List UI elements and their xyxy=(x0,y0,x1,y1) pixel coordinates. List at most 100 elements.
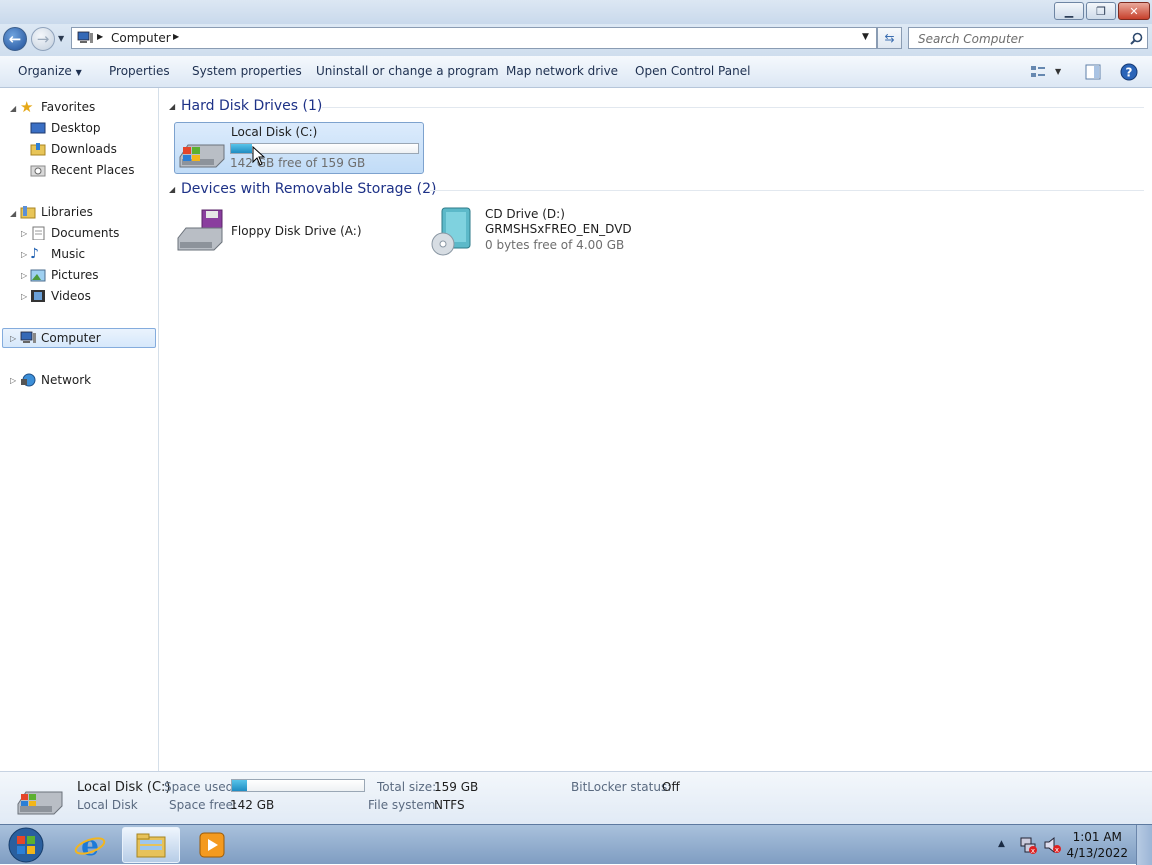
uninstall-program-button[interactable]: Uninstall or change a program xyxy=(316,64,499,78)
navigation-pane: ◢ ★ Favorites Desktop Downloads Recent P… xyxy=(0,88,159,771)
minimize-button[interactable]: ▁ xyxy=(1054,2,1084,20)
drive-c-name: Local Disk (C:) xyxy=(231,125,318,139)
organize-label: Organize xyxy=(18,64,72,78)
system-properties-button[interactable]: System properties xyxy=(192,64,302,78)
back-button[interactable]: ← xyxy=(3,27,27,51)
restore-button[interactable]: ❐ xyxy=(1086,2,1116,20)
clock-time: 1:01 AM xyxy=(1072,830,1122,844)
drive-tile-d[interactable]: CD Drive (D:) GRMSHSxFREO_EN_DVD 0 bytes… xyxy=(428,204,688,258)
address-bar[interactable]: ▶ Computer ▶ ▼ xyxy=(71,27,877,49)
help-icon[interactable]: ? xyxy=(1120,63,1138,81)
expand-icon[interactable]: ▷ xyxy=(21,229,27,238)
computer-icon xyxy=(77,31,93,43)
nav-libraries[interactable]: Libraries xyxy=(20,203,93,221)
expand-icon[interactable]: ▷ xyxy=(10,334,16,343)
network-status-icon[interactable]: x xyxy=(1019,836,1037,854)
expand-icon[interactable]: ▷ xyxy=(21,250,27,259)
expand-icon[interactable]: ▷ xyxy=(10,376,16,385)
volume-muted-icon[interactable]: x xyxy=(1043,836,1061,854)
windows-explorer-button[interactable] xyxy=(122,827,180,863)
nav-documents[interactable]: Documents xyxy=(30,224,119,242)
floppy-drive-icon xyxy=(177,209,223,251)
nav-music[interactable]: ♪ Music xyxy=(30,245,85,263)
nav-downloads-label: Downloads xyxy=(51,142,117,156)
refresh-icon: ⇆ xyxy=(884,31,895,45)
details-pane: Local Disk (C:) Local Disk Space used: S… xyxy=(0,771,1152,824)
command-bar: Organize ▼ Properties System properties … xyxy=(0,56,1152,88)
details-drive-type: Local Disk xyxy=(77,798,138,812)
group-collapse-icon[interactable]: ◢ xyxy=(169,185,175,194)
internet-explorer-button[interactable]: e xyxy=(66,827,114,863)
collapse-icon[interactable]: ◢ xyxy=(10,104,16,113)
drive-d-label: GRMSHSxFREO_EN_DVD xyxy=(485,222,632,236)
nav-videos[interactable]: Videos xyxy=(30,287,91,305)
restore-icon: ❐ xyxy=(1096,4,1106,18)
search-icon[interactable] xyxy=(1130,32,1143,45)
windows-start-icon xyxy=(8,827,44,863)
search-box[interactable] xyxy=(908,27,1148,49)
total-size-value: 159 GB xyxy=(434,780,479,794)
system-clock[interactable]: 1:01 AM 4/13/2022 xyxy=(1066,829,1128,861)
breadcrumb-separator-icon[interactable]: ▶ xyxy=(97,32,103,41)
bitlocker-label: BitLocker status: xyxy=(571,780,672,794)
nav-pictures-label: Pictures xyxy=(51,268,99,282)
drive-a-name: Floppy Disk Drive (A:) xyxy=(231,224,362,238)
nav-pictures[interactable]: Pictures xyxy=(30,266,99,284)
address-dropdown-icon[interactable]: ▼ xyxy=(862,32,869,42)
expand-icon[interactable]: ▷ xyxy=(21,271,27,280)
mouse-cursor-icon xyxy=(252,146,266,166)
pictures-icon xyxy=(30,269,46,282)
details-drive-name: Local Disk (C:) xyxy=(77,780,171,795)
organize-menu[interactable]: Organize ▼ xyxy=(18,64,82,78)
removable-storage-header[interactable]: Devices with Removable Storage (2) xyxy=(181,181,436,197)
bitlocker-value: Off xyxy=(662,780,680,794)
forward-button[interactable]: → xyxy=(31,27,55,51)
view-options-icon[interactable] xyxy=(1030,65,1046,79)
close-button[interactable]: ✕ xyxy=(1118,2,1150,20)
svg-text:x: x xyxy=(1055,846,1059,854)
file-system-label: File system: xyxy=(368,798,440,812)
drive-tile-c[interactable]: Local Disk (C:) 142 GB free of 159 GB xyxy=(174,122,424,174)
media-player-button[interactable] xyxy=(188,827,236,863)
drive-c-usage-fill xyxy=(231,144,252,153)
title-bar: ▁ ❐ ✕ xyxy=(0,0,1152,24)
start-button[interactable] xyxy=(4,827,48,863)
total-size-label: Total size: xyxy=(377,780,437,794)
close-icon: ✕ xyxy=(1129,4,1139,18)
svg-text:?: ? xyxy=(1126,66,1133,80)
group-divider xyxy=(430,190,1144,191)
search-input[interactable] xyxy=(916,29,1130,49)
nav-computer[interactable]: Computer xyxy=(20,329,101,347)
view-dropdown-icon[interactable]: ▼ xyxy=(1055,67,1061,76)
folder-icon xyxy=(136,833,166,858)
drive-tile-a[interactable]: Floppy Disk Drive (A:) xyxy=(174,204,424,258)
svg-text:x: x xyxy=(1031,847,1035,854)
collapse-icon[interactable]: ◢ xyxy=(10,209,16,218)
hard-disk-drives-header[interactable]: Hard Disk Drives (1) xyxy=(181,98,322,114)
properties-button[interactable]: Properties xyxy=(109,64,170,78)
space-used-label: Space used: xyxy=(164,780,238,794)
chevron-down-icon: ▼ xyxy=(75,68,82,77)
file-system-value: NTFS xyxy=(434,798,465,812)
breadcrumb-separator-icon[interactable]: ▶ xyxy=(173,32,179,41)
map-network-drive-button[interactable]: Map network drive xyxy=(506,64,618,78)
recent-pages-dropdown[interactable]: ▼ xyxy=(58,34,64,43)
breadcrumb-computer[interactable]: Computer xyxy=(111,31,171,45)
expand-icon[interactable]: ▷ xyxy=(21,292,27,301)
show-desktop-button[interactable] xyxy=(1136,825,1152,865)
nav-recent-places-label: Recent Places xyxy=(51,163,135,177)
show-hidden-icons-icon[interactable]: ▲ xyxy=(998,839,1005,849)
open-control-panel-button[interactable]: Open Control Panel xyxy=(635,64,750,78)
nav-downloads[interactable]: Downloads xyxy=(30,140,117,158)
refresh-button[interactable]: ⇆ xyxy=(877,27,902,49)
details-usage-bar xyxy=(231,779,365,792)
group-collapse-icon[interactable]: ◢ xyxy=(169,102,175,111)
nav-recent-places[interactable]: Recent Places xyxy=(30,161,134,179)
nav-network[interactable]: Network xyxy=(20,371,91,389)
drive-c-free-text: 142 GB free of 159 GB xyxy=(230,156,366,170)
nav-favorites[interactable]: ★ Favorites xyxy=(20,98,95,116)
nav-desktop[interactable]: Desktop xyxy=(30,119,101,137)
space-free-label: Space free: xyxy=(169,798,238,812)
preview-pane-icon[interactable] xyxy=(1085,64,1101,80)
cd-drive-icon xyxy=(431,207,471,256)
